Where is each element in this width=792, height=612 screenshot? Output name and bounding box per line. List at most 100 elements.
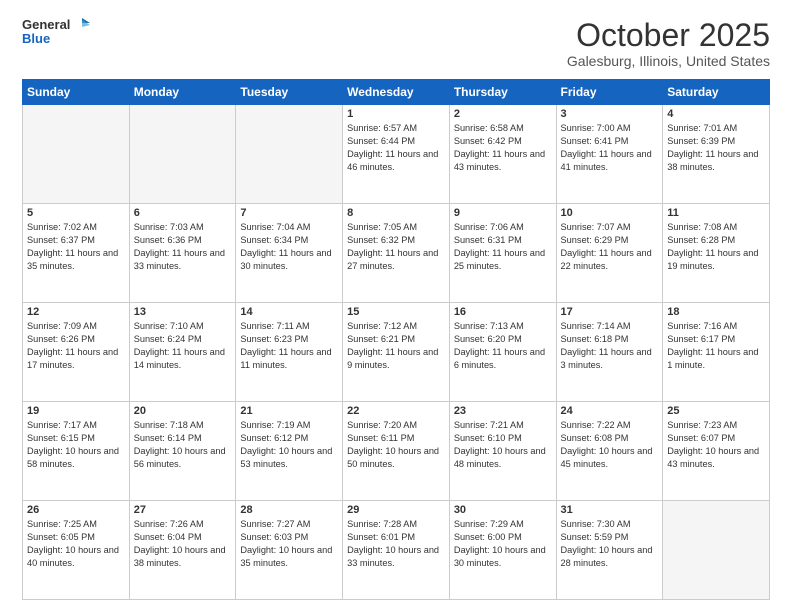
header: General Blue October 2025 Galesburg, Ill…	[22, 18, 770, 69]
table-row	[23, 105, 130, 204]
day-number: 19	[27, 405, 125, 417]
day-info: Sunrise: 7:05 AM Sunset: 6:32 PM Dayligh…	[347, 221, 445, 273]
day-number: 31	[561, 504, 659, 516]
day-info: Sunrise: 7:08 AM Sunset: 6:28 PM Dayligh…	[667, 221, 765, 273]
logo-general: General	[22, 18, 70, 32]
day-number: 1	[347, 108, 445, 120]
calendar-header-row: Sunday Monday Tuesday Wednesday Thursday…	[23, 80, 770, 105]
day-info: Sunrise: 7:12 AM Sunset: 6:21 PM Dayligh…	[347, 320, 445, 372]
table-row: 15 Sunrise: 7:12 AM Sunset: 6:21 PM Dayli…	[343, 303, 450, 402]
table-row: 17Sunrise: 7:14 AM Sunset: 6:18 PM Dayli…	[556, 303, 663, 402]
day-number: 8	[347, 207, 445, 219]
table-row: 25 Sunrise: 7:23 AM Sunset: 6:07 PM Dayli…	[663, 402, 770, 501]
table-row: 19Sunrise: 7:17 AM Sunset: 6:15 PM Dayli…	[23, 402, 130, 501]
col-saturday: Saturday	[663, 80, 770, 105]
calendar-week-row: 26Sunrise: 7:25 AM Sunset: 6:05 PM Dayli…	[23, 501, 770, 600]
day-number: 14	[240, 306, 338, 318]
table-row: 2 Sunrise: 6:58 AM Sunset: 6:42 PM Daylig…	[449, 105, 556, 204]
logo-bird-icon	[72, 18, 90, 32]
day-number: 21	[240, 405, 338, 417]
day-number: 6	[134, 207, 232, 219]
calendar-week-row: 1 Sunrise: 6:57 AM Sunset: 6:44 PM Daylig…	[23, 105, 770, 204]
calendar-week-row: 12 Sunrise: 7:09 AM Sunset: 6:26 PM Dayli…	[23, 303, 770, 402]
day-number: 5	[27, 207, 125, 219]
table-row: 23Sunrise: 7:21 AM Sunset: 6:10 PM Dayli…	[449, 402, 556, 501]
day-number: 22	[347, 405, 445, 417]
day-number: 7	[240, 207, 338, 219]
calendar-week-row: 5 Sunrise: 7:02 AM Sunset: 6:37 PM Daylig…	[23, 204, 770, 303]
table-row: 6 Sunrise: 7:03 AM Sunset: 6:36 PM Daylig…	[129, 204, 236, 303]
table-row: 24 Sunrise: 7:22 AM Sunset: 6:08 PM Dayli…	[556, 402, 663, 501]
table-row	[129, 105, 236, 204]
day-info: Sunrise: 7:03 AM Sunset: 6:36 PM Dayligh…	[134, 221, 232, 273]
day-number: 30	[454, 504, 552, 516]
table-row: 28 Sunrise: 7:27 AM Sunset: 6:03 PM Dayli…	[236, 501, 343, 600]
logo: General Blue	[22, 18, 90, 47]
day-info: Sunrise: 7:06 AM Sunset: 6:31 PM Dayligh…	[454, 221, 552, 273]
table-row: 16 Sunrise: 7:13 AM Sunset: 6:20 PM Dayli…	[449, 303, 556, 402]
day-number: 16	[454, 306, 552, 318]
day-info: Sunrise: 7:28 AM Sunset: 6:01 PM Dayligh…	[347, 518, 445, 570]
day-info: Sunrise: 7:30 AM Sunset: 5:59 PM Dayligh…	[561, 518, 659, 570]
day-number: 12	[27, 306, 125, 318]
day-info: Sunrise: 7:23 AM Sunset: 6:07 PM Dayligh…	[667, 419, 765, 471]
day-info: Sunrise: 7:20 AM Sunset: 6:11 PM Dayligh…	[347, 419, 445, 471]
table-row: 12 Sunrise: 7:09 AM Sunset: 6:26 PM Dayli…	[23, 303, 130, 402]
table-row: 5 Sunrise: 7:02 AM Sunset: 6:37 PM Daylig…	[23, 204, 130, 303]
table-row: 8 Sunrise: 7:05 AM Sunset: 6:32 PM Daylig…	[343, 204, 450, 303]
day-number: 24	[561, 405, 659, 417]
day-info: Sunrise: 7:04 AM Sunset: 6:34 PM Dayligh…	[240, 221, 338, 273]
table-row: 11 Sunrise: 7:08 AM Sunset: 6:28 PM Dayli…	[663, 204, 770, 303]
day-number: 29	[347, 504, 445, 516]
day-info: Sunrise: 7:01 AM Sunset: 6:39 PM Dayligh…	[667, 122, 765, 174]
table-row: 4 Sunrise: 7:01 AM Sunset: 6:39 PM Daylig…	[663, 105, 770, 204]
day-number: 28	[240, 504, 338, 516]
table-row	[663, 501, 770, 600]
day-number: 18	[667, 306, 765, 318]
col-friday: Friday	[556, 80, 663, 105]
day-info: Sunrise: 7:14 AM Sunset: 6:18 PM Dayligh…	[561, 320, 659, 372]
col-thursday: Thursday	[449, 80, 556, 105]
subtitle: Galesburg, Illinois, United States	[567, 53, 770, 69]
day-info: Sunrise: 7:09 AM Sunset: 6:26 PM Dayligh…	[27, 320, 125, 372]
day-info: Sunrise: 7:10 AM Sunset: 6:24 PM Dayligh…	[134, 320, 232, 372]
calendar-table: Sunday Monday Tuesday Wednesday Thursday…	[22, 79, 770, 600]
table-row: 13 Sunrise: 7:10 AM Sunset: 6:24 PM Dayli…	[129, 303, 236, 402]
page: General Blue October 2025 Galesburg, Ill…	[0, 0, 792, 612]
table-row	[236, 105, 343, 204]
day-info: Sunrise: 7:11 AM Sunset: 6:23 PM Dayligh…	[240, 320, 338, 372]
col-monday: Monday	[129, 80, 236, 105]
day-number: 15	[347, 306, 445, 318]
day-info: Sunrise: 7:27 AM Sunset: 6:03 PM Dayligh…	[240, 518, 338, 570]
calendar-week-row: 19Sunrise: 7:17 AM Sunset: 6:15 PM Dayli…	[23, 402, 770, 501]
day-info: Sunrise: 7:16 AM Sunset: 6:17 PM Dayligh…	[667, 320, 765, 372]
day-number: 9	[454, 207, 552, 219]
day-info: Sunrise: 7:29 AM Sunset: 6:00 PM Dayligh…	[454, 518, 552, 570]
title-block: October 2025 Galesburg, Illinois, United…	[567, 18, 770, 69]
day-number: 23	[454, 405, 552, 417]
day-info: Sunrise: 6:58 AM Sunset: 6:42 PM Dayligh…	[454, 122, 552, 174]
day-info: Sunrise: 7:02 AM Sunset: 6:37 PM Dayligh…	[27, 221, 125, 273]
day-info: Sunrise: 7:13 AM Sunset: 6:20 PM Dayligh…	[454, 320, 552, 372]
table-row: 30 Sunrise: 7:29 AM Sunset: 6:00 PM Dayli…	[449, 501, 556, 600]
day-number: 27	[134, 504, 232, 516]
day-info: Sunrise: 7:26 AM Sunset: 6:04 PM Dayligh…	[134, 518, 232, 570]
day-number: 2	[454, 108, 552, 120]
day-number: 26	[27, 504, 125, 516]
logo-blue: Blue	[22, 32, 90, 46]
table-row: 20Sunrise: 7:18 AM Sunset: 6:14 PM Dayli…	[129, 402, 236, 501]
table-row: 31 Sunrise: 7:30 AM Sunset: 5:59 PM Dayli…	[556, 501, 663, 600]
table-row: 29 Sunrise: 7:28 AM Sunset: 6:01 PM Dayli…	[343, 501, 450, 600]
col-tuesday: Tuesday	[236, 80, 343, 105]
day-number: 25	[667, 405, 765, 417]
day-number: 3	[561, 108, 659, 120]
day-info: Sunrise: 7:19 AM Sunset: 6:12 PM Dayligh…	[240, 419, 338, 471]
day-info: Sunrise: 7:22 AM Sunset: 6:08 PM Dayligh…	[561, 419, 659, 471]
day-number: 11	[667, 207, 765, 219]
table-row: 1 Sunrise: 6:57 AM Sunset: 6:44 PM Daylig…	[343, 105, 450, 204]
table-row: 9 Sunrise: 7:06 AM Sunset: 6:31 PM Daylig…	[449, 204, 556, 303]
day-number: 13	[134, 306, 232, 318]
table-row: 21 Sunrise: 7:19 AM Sunset: 6:12 PM Dayli…	[236, 402, 343, 501]
day-number: 4	[667, 108, 765, 120]
day-info: Sunrise: 6:57 AM Sunset: 6:44 PM Dayligh…	[347, 122, 445, 174]
